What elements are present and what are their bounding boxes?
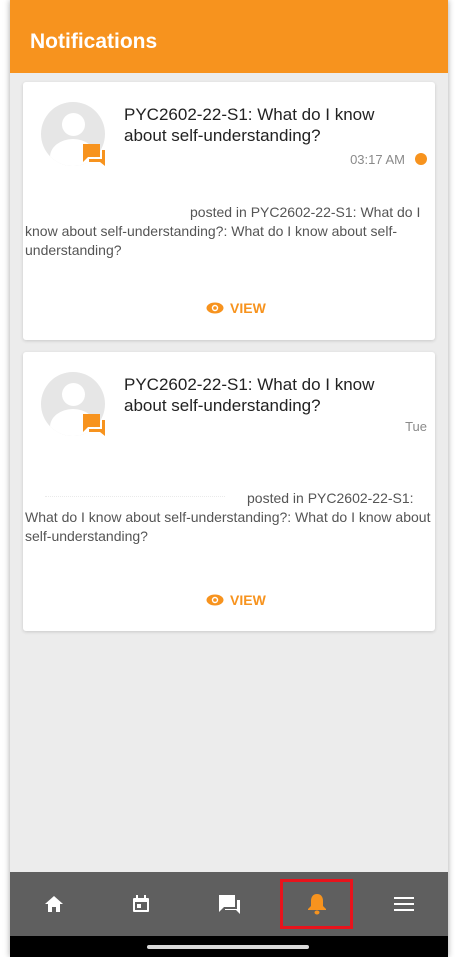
nav-notifications[interactable] bbox=[273, 872, 361, 936]
notification-title: PYC2602-22-S1: What do I know about self… bbox=[124, 105, 375, 145]
notification-time: Tue bbox=[405, 419, 427, 434]
nav-messages[interactable] bbox=[185, 872, 273, 936]
chat-icon bbox=[218, 895, 240, 914]
menu-icon bbox=[394, 897, 415, 911]
unread-indicator bbox=[415, 153, 427, 165]
view-button-label: VIEW bbox=[230, 592, 266, 608]
notification-card[interactable]: PYC2602-22-S1: What do I know about self… bbox=[23, 82, 435, 340]
nav-menu[interactable] bbox=[360, 872, 448, 936]
notification-title: PYC2602-22-S1: What do I know about self… bbox=[124, 375, 375, 415]
view-button-label: VIEW bbox=[230, 300, 266, 316]
view-button[interactable]: VIEW bbox=[206, 298, 266, 318]
eye-icon bbox=[206, 302, 224, 314]
view-button[interactable]: VIEW bbox=[206, 590, 266, 610]
bell-icon bbox=[307, 894, 326, 915]
bottom-navigation bbox=[10, 872, 448, 936]
notification-body: posted in PYC2602-22-S1: What do I know … bbox=[25, 204, 421, 258]
nav-home[interactable] bbox=[10, 872, 98, 936]
nav-calendar[interactable] bbox=[98, 872, 186, 936]
calendar-icon bbox=[133, 895, 150, 912]
forum-chat-icon bbox=[83, 144, 105, 166]
app-screen: Notifications PYC2602-22-S1: What do I k… bbox=[10, 0, 448, 957]
eye-icon bbox=[206, 594, 224, 606]
notification-card[interactable]: PYC2602-22-S1: What do I know about self… bbox=[23, 352, 435, 631]
home-indicator[interactable] bbox=[147, 945, 309, 949]
forum-chat-icon bbox=[83, 414, 105, 436]
app-header: Notifications bbox=[10, 0, 448, 73]
notification-time: 03:17 AM bbox=[350, 152, 405, 167]
home-icon bbox=[44, 896, 63, 912]
page-title: Notifications bbox=[30, 30, 158, 53]
system-navigation-bar bbox=[10, 936, 448, 957]
notification-body: posted in PYC2602-22-S1: What do I know … bbox=[25, 490, 431, 544]
